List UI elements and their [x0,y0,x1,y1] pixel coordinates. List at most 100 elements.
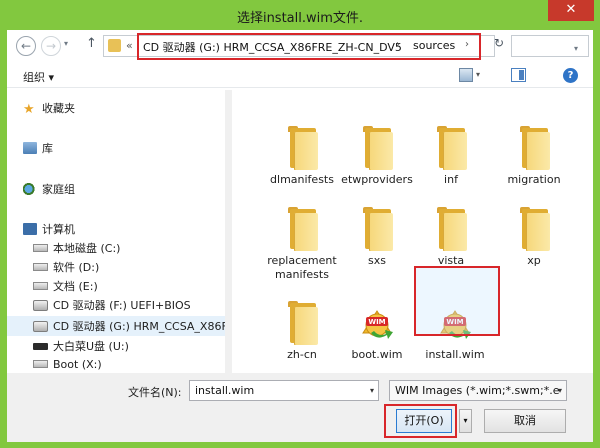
nav-item-favorites[interactable]: ★ 收藏夹 [23,100,75,118]
nav-item-homegroup[interactable]: 家庭组 [23,181,75,199]
file-item[interactable]: etwproviders [338,126,416,187]
file-name: xp [527,254,541,267]
cancel-button[interactable]: 取消 [484,409,566,433]
folder-icon [514,207,554,251]
hard-drive-icon [33,244,48,252]
nav-item-libraries[interactable]: 库 [23,140,53,158]
nav-label: 库 [42,142,53,155]
address-highlight-annotation [137,33,481,60]
forward-button[interactable]: → [41,36,61,56]
file-name: sxs [368,254,386,267]
nav-label: CD 驱动器 (G:) HRM_CCSA_X86FR [53,320,232,333]
file-item[interactable]: inf [412,126,490,187]
recent-locations-dropdown[interactable]: ▾ [64,39,68,48]
folder-icon [357,126,397,170]
file-item[interactable]: sxs [338,207,416,268]
nav-label: 收藏夹 [42,102,75,115]
file-item[interactable]: WIM boot.wim [338,301,416,362]
file-item[interactable]: zh-cn [263,301,341,362]
nav-item-drive-e[interactable]: 文档 (E:) [33,278,98,296]
library-icon [23,142,37,154]
dialog-client: ← → ▾ ↑ « CD 驱动器 (G:) HRM_CCSA_X86FRE_ZH… [7,30,593,442]
command-toolbar: 组织 ▾ ▾ ? [7,64,593,88]
folder-icon [431,207,471,251]
address-bar[interactable]: « CD 驱动器 (G:) HRM_CCSA_X86FRE_ZH-CN_DV5 … [103,33,578,60]
filename-value: install.wim [195,384,255,397]
hard-drive-icon [33,282,48,290]
nav-item-drive-x[interactable]: Boot (X:) [33,358,102,373]
nav-item-drive-g[interactable]: CD 驱动器 (G:) HRM_CCSA_X86FR [33,318,232,336]
nav-item-drive-f[interactable]: CD 驱动器 (F:) UEFI+BIOS [33,297,191,315]
file-name: install.wim [425,348,485,361]
filetype-select[interactable]: WIM Images (*.wim;*.swm;*.e ▾ [389,380,567,401]
file-item[interactable]: migration [495,126,573,187]
nav-label: 本地磁盘 (C:) [53,242,121,255]
nav-label: Boot (X:) [53,358,102,371]
file-name: inf [444,173,458,186]
homegroup-icon [23,183,37,195]
nav-item-drive-d[interactable]: 软件 (D:) [33,259,99,277]
cd-drive-icon [33,300,48,311]
chevron-down-icon[interactable]: ▾ [370,386,374,395]
star-icon: ★ [23,102,35,117]
open-highlight-annotation [384,404,457,438]
file-name: boot.wim [351,348,403,361]
selection-highlight-annotation [414,266,500,336]
nav-item-drive-u[interactable]: 大白菜U盘 (U:) [33,338,129,356]
file-item[interactable]: xp [495,207,573,268]
title-bar[interactable]: 选择install.wim文件. ✕ [0,0,600,30]
filetype-value: WIM Images (*.wim;*.swm;*.e [395,384,560,397]
preview-pane-icon[interactable] [511,68,526,82]
organize-menu-button[interactable]: 组织 ▾ [23,69,54,85]
hard-drive-icon [33,263,48,271]
file-item[interactable]: vista [412,207,490,268]
computer-icon [23,223,37,235]
folder-icon [108,39,121,52]
up-folder-button[interactable]: ↑ [86,36,97,51]
folder-icon [514,126,554,170]
nav-label: 家庭组 [42,183,75,196]
open-options-dropdown[interactable]: ▾ [459,409,472,433]
change-view-icon[interactable] [459,68,473,82]
wim-label: WIM [368,318,385,326]
nav-label: CD 驱动器 (F:) UEFI+BIOS [53,299,191,312]
help-icon[interactable]: ? [563,68,578,83]
file-name: migration [507,173,561,186]
file-item[interactable]: dlmanifests [263,126,341,187]
folder-icon [357,207,397,251]
file-name: replacementmanifests [267,254,337,281]
file-name-panel: 文件名(N): install.wim ▾ WIM Images (*.wim;… [7,373,593,442]
search-input[interactable] [511,35,589,57]
folder-icon [282,301,322,345]
nav-label: 软件 (D:) [53,261,100,274]
window-frame: 选择install.wim文件. ✕ ← → ▾ ↑ « CD 驱动器 (G:)… [0,0,600,448]
filename-label: 文件名(N): [128,386,182,399]
file-item[interactable]: replacementmanifests [263,207,341,282]
usb-drive-icon [33,343,48,350]
nav-label: 文档 (E:) [53,280,98,293]
cd-drive-icon [33,321,48,332]
folder-icon [282,126,322,170]
window-title: 选择install.wim文件. [236,11,364,26]
navigation-bar: ← → ▾ ↑ « CD 驱动器 (G:) HRM_CCSA_X86FRE_ZH… [7,30,593,62]
view-options-dropdown[interactable]: ▾ [476,70,480,79]
hard-drive-icon [33,360,48,368]
nav-label: 大白菜U盘 (U:) [53,340,129,353]
chevron-down-icon[interactable]: ▾ [558,386,562,395]
navigation-pane: ★ 收藏夹 库 家庭组 计算机 本地磁盘 (C:) 软件 (D:) 文档 (E:)… [7,90,232,373]
nav-item-drive-c[interactable]: 本地磁盘 (C:) [33,240,120,258]
refresh-icon[interactable]: ↻ [489,36,509,56]
file-name: zh-cn [287,348,317,361]
file-name: dlmanifests [270,173,334,186]
file-name: etwproviders [341,173,413,186]
folder-icon [282,207,322,251]
nav-label: 计算机 [42,223,75,236]
address-overflow-chevron[interactable]: « [126,39,133,52]
filename-input[interactable]: install.wim ▾ [189,380,379,401]
close-button[interactable]: ✕ [548,0,594,21]
nav-item-computer[interactable]: 计算机 [23,221,75,239]
navpane-scrollbar[interactable] [225,90,232,373]
wim-file-icon: WIM [357,301,397,345]
folder-icon [431,126,471,170]
back-button[interactable]: ← [16,36,36,56]
